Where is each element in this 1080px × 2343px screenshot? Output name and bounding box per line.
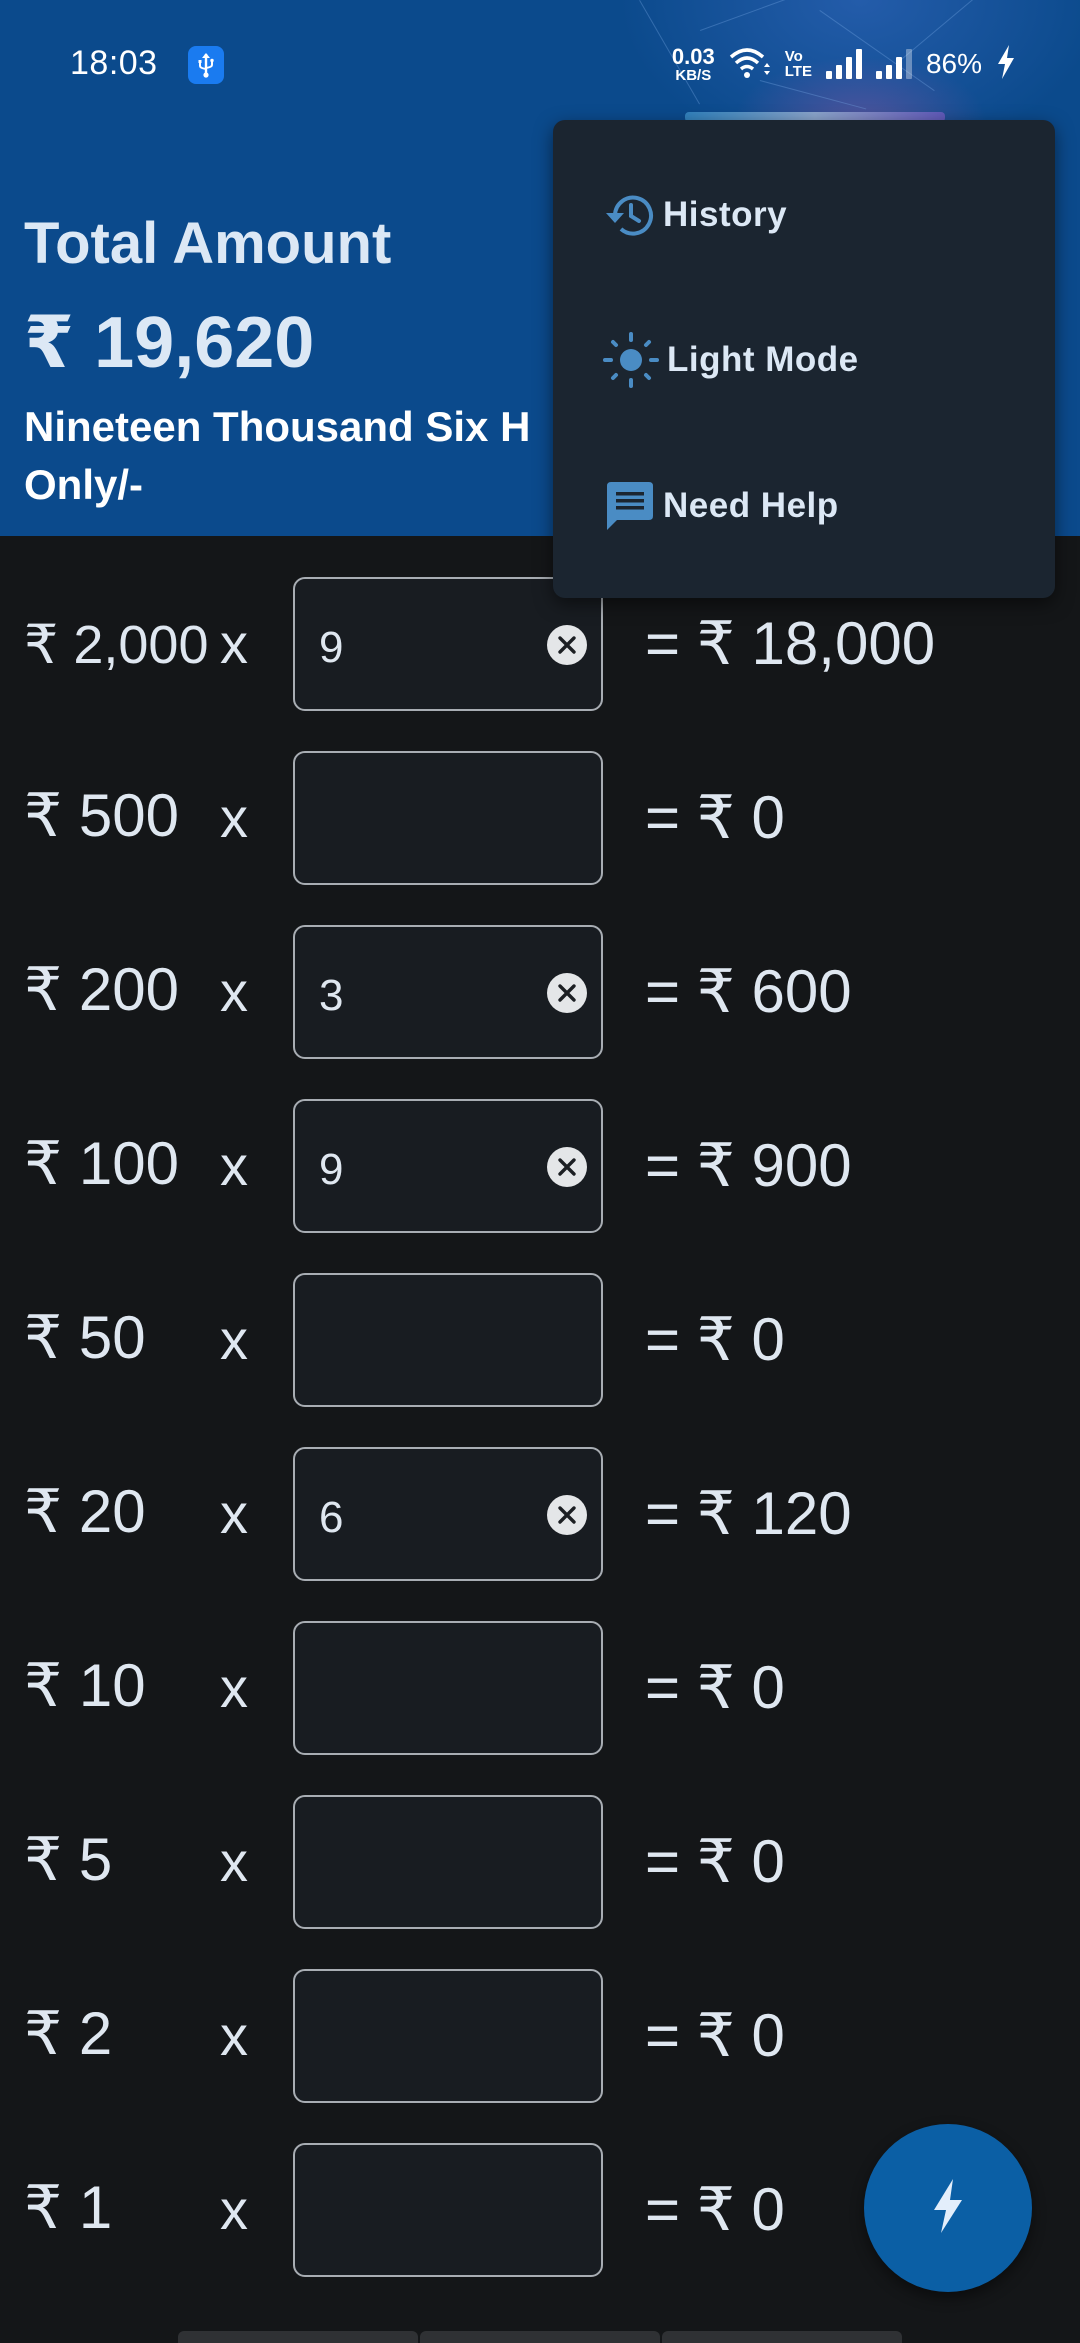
history-icon [603,191,655,239]
menu-item-light-mode[interactable]: Light Mode [603,330,859,390]
overflow-menu: History Light Mode Need Help [553,120,1055,598]
denomination-label: ₹ 20 [24,1478,146,1545]
status-time: 18:03 [70,44,158,82]
multiply-sign: x [220,612,248,675]
menu-item-history[interactable]: History [603,185,787,245]
multiply-sign: x [220,1308,248,1371]
usb-icon [188,46,224,84]
total-amount-title: Total Amount [24,211,392,276]
flash-icon [931,2178,965,2239]
row-subtotal: = ₹ 0 [645,1654,785,1721]
denomination-row: ₹ 20 x 6 = ₹ 120 [0,1447,1080,1583]
multiply-sign: x [220,1830,248,1893]
charging-icon [996,44,1016,84]
row-subtotal: = ₹ 18,000 [645,610,936,677]
total-amount-value: ₹ 19,620 [24,303,315,383]
denomination-row: ₹ 2 x = ₹ 0 [0,1969,1080,2105]
quantity-input[interactable] [293,1795,603,1929]
clear-icon[interactable] [547,1495,587,1535]
multiply-sign: x [220,1134,248,1197]
denomination-row: ₹ 50 x = ₹ 0 [0,1273,1080,1409]
quantity-input[interactable] [293,751,603,885]
row-subtotal: = ₹ 900 [645,1132,852,1199]
denomination-row: ₹ 10 x = ₹ 0 [0,1621,1080,1757]
row-subtotal: = ₹ 0 [645,2176,785,2243]
bottom-sheet-edge [178,2331,902,2343]
volte-indicator: Vo LTE [784,48,812,80]
row-subtotal: = ₹ 0 [645,1828,785,1895]
quantity-input[interactable]: 9 [293,577,603,711]
row-subtotal: = ₹ 0 [645,784,785,851]
multiply-sign: x [220,960,248,1023]
sun-icon [603,332,659,388]
quantity-input[interactable]: 9 [293,1099,603,1233]
denomination-row: ₹ 100 x 9 = ₹ 900 [0,1099,1080,1235]
row-subtotal: = ₹ 0 [645,1306,785,1373]
denomination-label: ₹ 100 [24,1130,179,1197]
denomination-label: ₹ 1 [24,2174,113,2241]
clear-icon[interactable] [547,973,587,1013]
quick-action-fab[interactable] [864,2124,1032,2292]
denomination-label: ₹ 500 [24,782,179,849]
quantity-input[interactable]: 3 [293,925,603,1059]
denomination-label: ₹ 5 [24,1826,113,1893]
quantity-value: 3 [319,971,344,1020]
signal-sim2-icon [875,49,912,79]
quantity-input[interactable] [293,1273,603,1407]
denomination-label: ₹ 200 [24,956,179,1023]
denomination-label: ₹ 2 [24,2000,113,2067]
signal-sim1-icon [825,49,862,79]
quantity-input[interactable]: 6 [293,1447,603,1581]
total-amount-words: Nineteen Thousand Six H Only/- [24,403,531,508]
multiply-sign: x [220,2004,248,2067]
status-icons: 0.03 KB/S Vo LTE 86% [672,42,1016,86]
denomination-row: ₹ 5 x = ₹ 0 [0,1795,1080,1931]
denomination-row: ₹ 500 x = ₹ 0 [0,751,1080,887]
clear-icon[interactable] [547,625,587,665]
quantity-input[interactable] [293,2143,603,2277]
quantity-value: 9 [319,1145,344,1194]
multiply-sign: x [220,1482,248,1545]
battery-percent: 86% [925,48,982,79]
network-speed: 0.03 KB/S [671,43,715,84]
row-subtotal: = ₹ 120 [645,1480,852,1547]
denomination-row: ₹ 200 x 3 = ₹ 600 [0,925,1080,1061]
clear-icon[interactable] [547,1147,587,1187]
multiply-sign: x [220,786,248,849]
chat-icon [603,480,655,532]
quantity-value: 9 [319,623,344,672]
quantity-input[interactable] [293,1621,603,1755]
row-subtotal: = ₹ 600 [645,958,852,1025]
multiply-sign: x [220,1656,248,1719]
denomination-label: ₹ 50 [24,1304,146,1371]
denomination-label: ₹ 2,000 [24,615,209,675]
denomination-label: ₹ 10 [24,1652,146,1719]
wifi-icon [729,45,771,84]
multiply-sign: x [220,2178,248,2241]
quantity-input[interactable] [293,1969,603,2103]
quantity-value: 6 [319,1493,344,1542]
menu-item-need-help[interactable]: Need Help [603,476,839,536]
row-subtotal: = ₹ 0 [645,2002,785,2069]
